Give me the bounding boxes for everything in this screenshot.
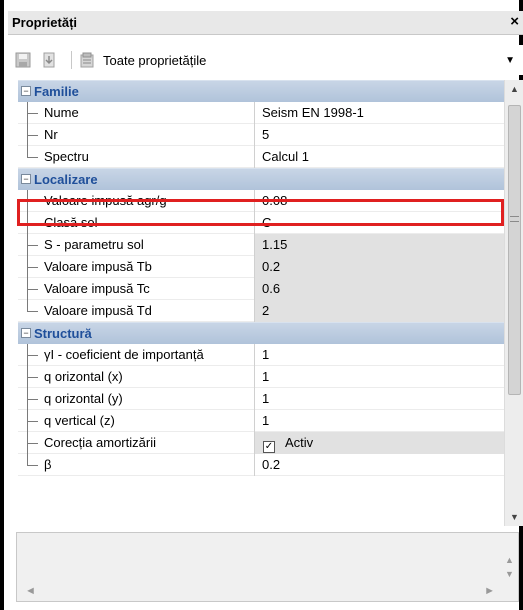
tree-connector xyxy=(24,300,38,322)
tree-connector xyxy=(24,102,38,124)
property-value-checkbox[interactable]: ✓ Activ xyxy=(254,432,504,454)
property-value-readonly: 0.2 xyxy=(254,256,504,278)
property-value[interactable]: Calcul 1 xyxy=(254,146,504,168)
scroll-down-icon[interactable]: ▼ xyxy=(510,512,519,522)
tree-connector xyxy=(24,410,38,432)
panel-title: Proprietăți xyxy=(12,15,78,30)
property-row-tc[interactable]: Valoare impusă Tc 0.6 xyxy=(18,278,504,300)
checkbox[interactable]: ✓ xyxy=(263,441,275,453)
property-row-td[interactable]: Valoare impusă Td 2 xyxy=(18,300,504,322)
property-value[interactable]: C xyxy=(254,212,504,234)
property-row-spectru[interactable]: Spectru Calcul 1 xyxy=(18,146,504,168)
property-row-tb[interactable]: Valoare impusă Tb 0.2 xyxy=(18,256,504,278)
collapse-icon[interactable]: − xyxy=(21,328,31,338)
tree-connector xyxy=(24,124,38,146)
property-name: Clasă sol xyxy=(44,215,98,230)
description-vertical-scrollbar[interactable]: ▲ ▼ xyxy=(501,533,518,585)
tree-connector xyxy=(24,432,38,454)
tree-connector xyxy=(24,344,38,366)
tree-connector xyxy=(24,146,38,168)
property-name: Valoare impusă Td xyxy=(44,303,152,318)
category-label: Familie xyxy=(34,84,79,99)
category-familie[interactable]: − Familie xyxy=(18,80,504,102)
property-name: Corecția amortizării xyxy=(44,435,156,450)
checkbox-label: Activ xyxy=(285,435,314,450)
property-name: Valoare impusă Tc xyxy=(44,281,150,296)
scroll-right-icon[interactable]: ► xyxy=(484,585,495,597)
panel-title-bar: Proprietăți × xyxy=(8,11,523,35)
property-value[interactable]: 1 xyxy=(254,366,504,388)
scroll-left-icon[interactable]: ◄ xyxy=(25,585,36,597)
import-icon[interactable] xyxy=(41,52,57,68)
save-icon[interactable] xyxy=(15,52,31,68)
collapse-icon[interactable]: − xyxy=(21,174,31,184)
property-value[interactable]: 1 xyxy=(254,344,504,366)
property-name: Valoare impusă Tb xyxy=(44,259,152,274)
property-value[interactable]: 5 xyxy=(254,124,504,146)
property-value-readonly: 1.15 xyxy=(254,234,504,256)
property-value[interactable]: 1 xyxy=(254,410,504,432)
tree-connector xyxy=(24,212,38,234)
chevron-down-icon[interactable]: ▼ xyxy=(505,55,515,66)
property-name: Spectru xyxy=(44,149,89,164)
scroll-up-icon[interactable]: ▲ xyxy=(505,555,514,565)
property-row-q-y[interactable]: q orizontal (y) 1 xyxy=(18,388,504,410)
toolbar: Toate proprietățile ▼ xyxy=(8,45,523,75)
property-row-amortizare[interactable]: Corecția amortizării ✓ Activ xyxy=(18,432,504,454)
tree-connector xyxy=(24,388,38,410)
properties-filter-icon[interactable] xyxy=(79,52,95,68)
tree-connector xyxy=(24,234,38,256)
properties-panel: Proprietăți × Toate proprietățile ▼ − Fa… xyxy=(0,0,523,610)
property-name: q orizontal (x) xyxy=(44,369,123,384)
property-value[interactable]: 0.2 xyxy=(254,454,504,476)
view-selector-label[interactable]: Toate proprietățile xyxy=(103,53,206,68)
scrollbar-thumb[interactable] xyxy=(508,105,521,395)
property-name: Nr xyxy=(44,127,58,142)
property-row-q-z[interactable]: q vertical (z) 1 xyxy=(18,410,504,432)
category-label: Localizare xyxy=(34,172,98,187)
property-row-beta[interactable]: β 0.2 xyxy=(18,454,504,476)
property-name: q orizontal (y) xyxy=(44,391,123,406)
tree-connector xyxy=(24,190,38,212)
property-row-q-x[interactable]: q orizontal (x) 1 xyxy=(18,366,504,388)
description-horizontal-scrollbar[interactable]: ◄ ► xyxy=(17,583,503,601)
close-icon[interactable]: × xyxy=(510,13,519,30)
property-name: S - parametru sol xyxy=(44,237,144,252)
tree-connector xyxy=(24,366,38,388)
property-name: q vertical (z) xyxy=(44,413,115,428)
property-row-importanta[interactable]: γI - coeficient de importanță 1 xyxy=(18,344,504,366)
category-structura[interactable]: − Structură xyxy=(18,322,504,344)
property-row-agr[interactable]: Valoare impusă agr/g 0.08 xyxy=(18,190,504,212)
vertical-scrollbar[interactable]: ▲ ▼ xyxy=(504,80,523,526)
scroll-down-icon[interactable]: ▼ xyxy=(505,569,514,579)
property-row-nume[interactable]: Nume Seism EN 1998-1 xyxy=(18,102,504,124)
property-name: Valoare impusă agr/g xyxy=(44,193,167,208)
property-name: β xyxy=(44,457,52,472)
tree-connector xyxy=(24,278,38,300)
property-value[interactable]: 0.08 xyxy=(254,190,504,212)
collapse-icon[interactable]: − xyxy=(21,86,31,96)
category-label: Structură xyxy=(34,326,92,341)
property-name: Nume xyxy=(44,105,79,120)
property-value-readonly: 0.6 xyxy=(254,278,504,300)
tree-connector xyxy=(24,454,38,476)
property-grid: − Familie Nume Seism EN 1998-1 Nr 5 Spec… xyxy=(18,80,504,526)
description-pane: ▲ ▼ ◄ ► xyxy=(16,532,519,602)
category-localizare[interactable]: − Localizare xyxy=(18,168,504,190)
property-row-nr[interactable]: Nr 5 xyxy=(18,124,504,146)
property-name: γI - coeficient de importanță xyxy=(44,347,204,362)
property-value[interactable]: 1 xyxy=(254,388,504,410)
property-value-readonly: 2 xyxy=(254,300,504,322)
property-value[interactable]: Seism EN 1998-1 xyxy=(254,102,504,124)
property-row-s-parametru[interactable]: S - parametru sol 1.15 xyxy=(18,234,504,256)
toolbar-separator xyxy=(71,51,72,69)
scroll-up-icon[interactable]: ▲ xyxy=(510,84,519,94)
property-row-clasa-sol[interactable]: Clasă sol C xyxy=(18,212,504,234)
tree-connector xyxy=(24,256,38,278)
